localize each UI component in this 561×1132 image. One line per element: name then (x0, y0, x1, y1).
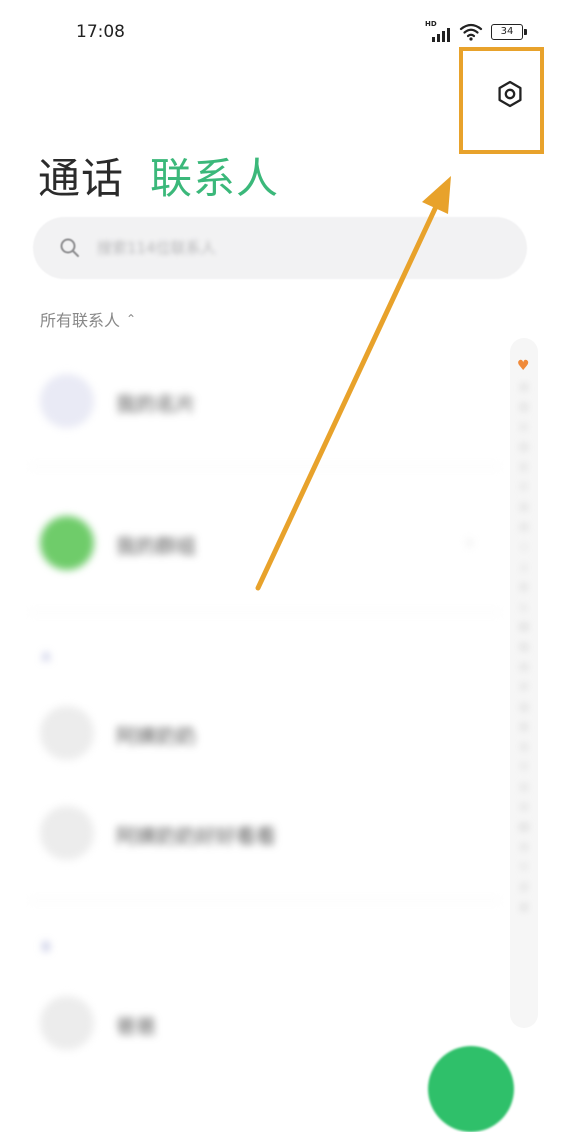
annotation-arrow (255, 176, 451, 591)
